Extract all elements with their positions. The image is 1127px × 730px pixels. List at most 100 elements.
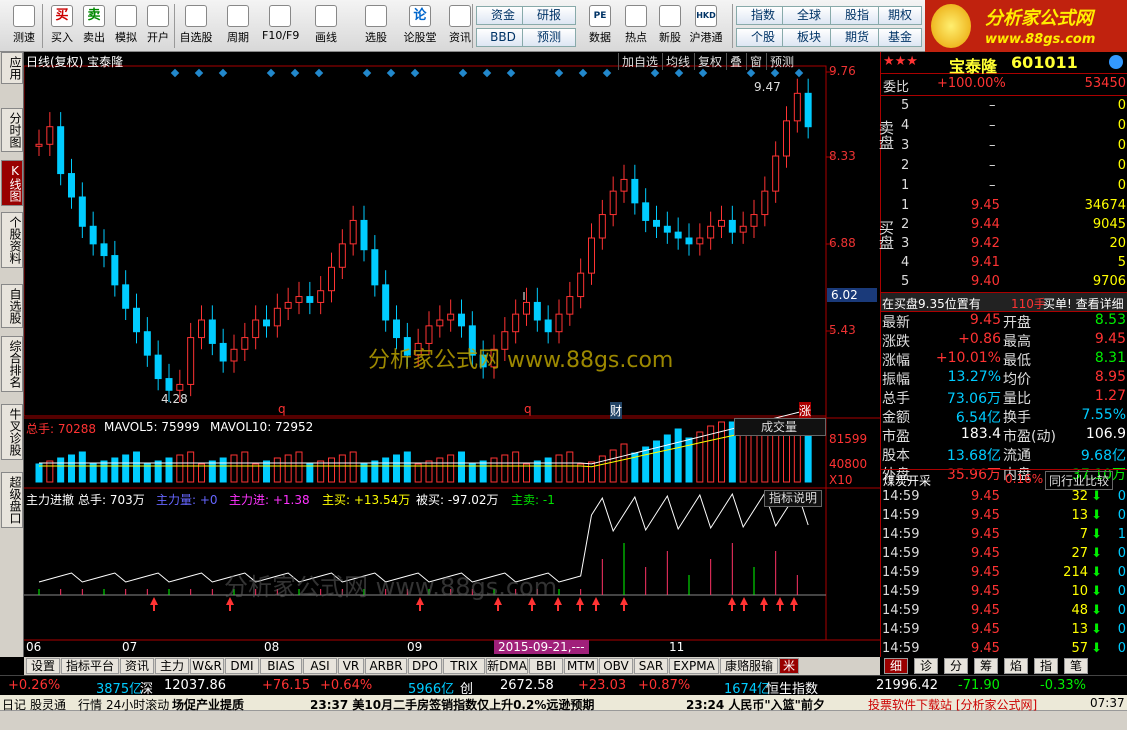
indicator-tab-7[interactable]: ASI — [303, 658, 337, 674]
right-tab-2[interactable]: 分 — [944, 658, 968, 674]
kline-chart-area[interactable]: 日线(复权) 宝泰隆 加自选 均线 复权叠窗预测 9.47 4.28 分析家公式网 … — [23, 52, 880, 657]
chart-control-4[interactable]: 窗 — [746, 53, 765, 70]
indicator-tab-0[interactable]: 设置 — [26, 658, 60, 674]
bid-row[interactable]: 1 9.45 34674 — [881, 198, 1127, 218]
toolbar-button-13[interactable]: 热点 — [618, 2, 654, 50]
toolbar-button-9[interactable]: 选股 — [358, 2, 394, 50]
down-arrow-icon: ⬇ — [1091, 603, 1102, 618]
right-tab-5[interactable]: 指 — [1034, 658, 1058, 674]
tick-row: 14:59 9.45 13 ⬇ 0 — [881, 508, 1127, 528]
indicator-tab-13[interactable]: BBI — [529, 658, 563, 674]
tab-flag[interactable]: 米 — [779, 658, 799, 674]
event-diamond — [458, 68, 468, 78]
indicator-tab-8[interactable]: VR — [338, 658, 364, 674]
side-tab-2[interactable]: K线图 — [1, 160, 23, 206]
options-button[interactable]: 期权 — [878, 6, 922, 25]
chart-control-1[interactable]: 均线 — [662, 53, 693, 70]
side-tab-7[interactable]: 超级盘口 — [1, 472, 23, 528]
bid-row[interactable]: 5 9.40 9706 — [881, 274, 1127, 294]
indicator-tab-16[interactable]: SAR — [634, 658, 668, 674]
ask-row[interactable]: 1 – 0 — [881, 178, 1127, 198]
order-notice[interactable]: 在买盘9.35位置有 110手 买单! 查看详细 — [881, 292, 1127, 312]
right-tab-4[interactable]: 焰 — [1004, 658, 1028, 674]
status-item-0[interactable]: 日记 — [2, 696, 26, 713]
toolbar-button-0[interactable]: 测速 — [6, 2, 42, 50]
sector-compare-button[interactable]: 同行业比较 — [1045, 471, 1114, 490]
right-tab-6[interactable]: 笔 — [1064, 658, 1088, 674]
side-tab-4[interactable]: 自选股 — [1, 284, 23, 328]
side-tab-3[interactable]: 个股资料 — [1, 212, 23, 268]
indicator-help-button[interactable]: 指标说明 — [764, 490, 822, 507]
indicator-tab-2[interactable]: 资讯 — [120, 658, 154, 674]
chart-control-2[interactable]: 复权 — [694, 53, 725, 70]
news-ticker-1[interactable]: 场促产业提质 — [172, 696, 244, 713]
futures-button[interactable]: 期货 — [830, 28, 884, 47]
clock-icon — [13, 5, 35, 27]
forecast-button[interactable]: 预测 — [522, 28, 576, 47]
news-ticker-2[interactable]: 23:37 美10月二手房签销指数仅上升0.2%远逊预期 — [310, 696, 594, 713]
toolbar-label: 买入 — [51, 31, 73, 44]
month-08: 08 — [264, 640, 280, 654]
toolbar-button-14[interactable]: 新股 — [652, 2, 688, 50]
tick-row: 14:59 9.45 48 ⬇ 0 — [881, 603, 1127, 623]
candle-body — [512, 313, 520, 333]
ticker-item: 12037.86 — [164, 678, 227, 693]
status-item-1[interactable]: 股灵通 — [30, 696, 66, 713]
toolbar-button-4[interactable]: 开户 — [140, 2, 176, 50]
volume-bar — [57, 457, 65, 483]
side-tab-5[interactable]: 综合排名 — [1, 336, 23, 392]
side-tab-6[interactable]: 牛叉诊股 — [1, 404, 23, 460]
status-item-2[interactable]: 行情 — [78, 696, 102, 713]
bid-row[interactable]: 3 9.42 20 — [881, 236, 1127, 256]
ask-row[interactable]: 3 – 0 — [881, 138, 1127, 158]
toolbar-button-7[interactable]: F10/F9 — [262, 2, 299, 50]
toolbar-button-2[interactable]: 卖卖出 — [76, 2, 112, 50]
indicator-tab-14[interactable]: MTM — [564, 658, 598, 674]
notice-link[interactable]: 买单! 查看详细 — [1043, 295, 1124, 312]
sector-button[interactable]: 板块 — [782, 28, 836, 47]
side-tab-1[interactable]: 分时图 — [1, 108, 23, 152]
indicator-tab-9[interactable]: ARBR — [365, 658, 407, 674]
volume-bar — [306, 463, 314, 483]
toolbar-button-6[interactable]: 周期 — [220, 2, 256, 50]
bid-row[interactable]: 2 9.44 9045 — [881, 217, 1127, 237]
global-button[interactable]: 全球 — [782, 6, 836, 25]
right-tab-0[interactable]: 细 — [884, 658, 908, 674]
right-tab-1[interactable]: 诊 — [914, 658, 938, 674]
indicator-tab-12[interactable]: 新DMA — [486, 658, 528, 674]
ask-row[interactable]: 5 – 0 — [881, 98, 1127, 118]
indicator-tab-5[interactable]: DMI — [225, 658, 259, 674]
toolbar-button-5[interactable]: 自选股 — [178, 2, 214, 50]
indicator-tab-10[interactable]: DPO — [408, 658, 442, 674]
indicator-tab-15[interactable]: OBV — [599, 658, 633, 674]
bid-row[interactable]: 4 9.41 5 — [881, 255, 1127, 275]
ask-row[interactable]: 2 – 0 — [881, 158, 1127, 178]
chart-control-3[interactable]: 叠 — [726, 53, 745, 70]
ask-row[interactable]: 4 – 0 — [881, 118, 1127, 138]
chart-control-5[interactable]: 预测 — [766, 53, 797, 70]
event-diamond — [170, 68, 180, 78]
research-button[interactable]: 研报 — [522, 6, 576, 25]
toolbar-button-8[interactable]: 画线 — [308, 2, 344, 50]
toolbar-button-1[interactable]: 买买入 — [44, 2, 80, 50]
stock-index-button[interactable]: 股指 — [830, 6, 884, 25]
volume-dropdown[interactable]: 成交量 — [734, 418, 826, 436]
indicator-tab-3[interactable]: 主力 — [155, 658, 189, 674]
indicator-tab-6[interactable]: BIAS — [260, 658, 302, 674]
right-tab-3[interactable]: 筹 — [974, 658, 998, 674]
fund-button[interactable]: 基金 — [878, 28, 922, 47]
indicator-tab-1[interactable]: 指标平台 — [61, 658, 119, 674]
toolbar-button-10[interactable]: 论论股堂 — [402, 2, 438, 50]
indicator-tab-17[interactable]: EXPMA — [669, 658, 719, 674]
side-tab-0[interactable]: 应用 — [1, 52, 23, 84]
candle-body — [436, 319, 444, 327]
indicator-tab-4[interactable]: W&R — [190, 658, 224, 674]
chart-control-0[interactable]: 加自选 — [618, 53, 661, 70]
news-ticker-3[interactable]: 23:24 人民币"入篮"前夕 — [686, 696, 825, 713]
indicator-tab-11[interactable]: TRIX — [443, 658, 485, 674]
status-item-3[interactable]: 24小时滚动 — [106, 696, 169, 713]
toolbar-button-3[interactable]: 模拟 — [108, 2, 144, 50]
toolbar-button-12[interactable]: PE 数据 — [582, 2, 618, 50]
indicator-tab-18[interactable]: 康赂服输 — [720, 658, 778, 674]
toolbar-button-15[interactable]: HKD 沪港通 — [688, 2, 724, 50]
